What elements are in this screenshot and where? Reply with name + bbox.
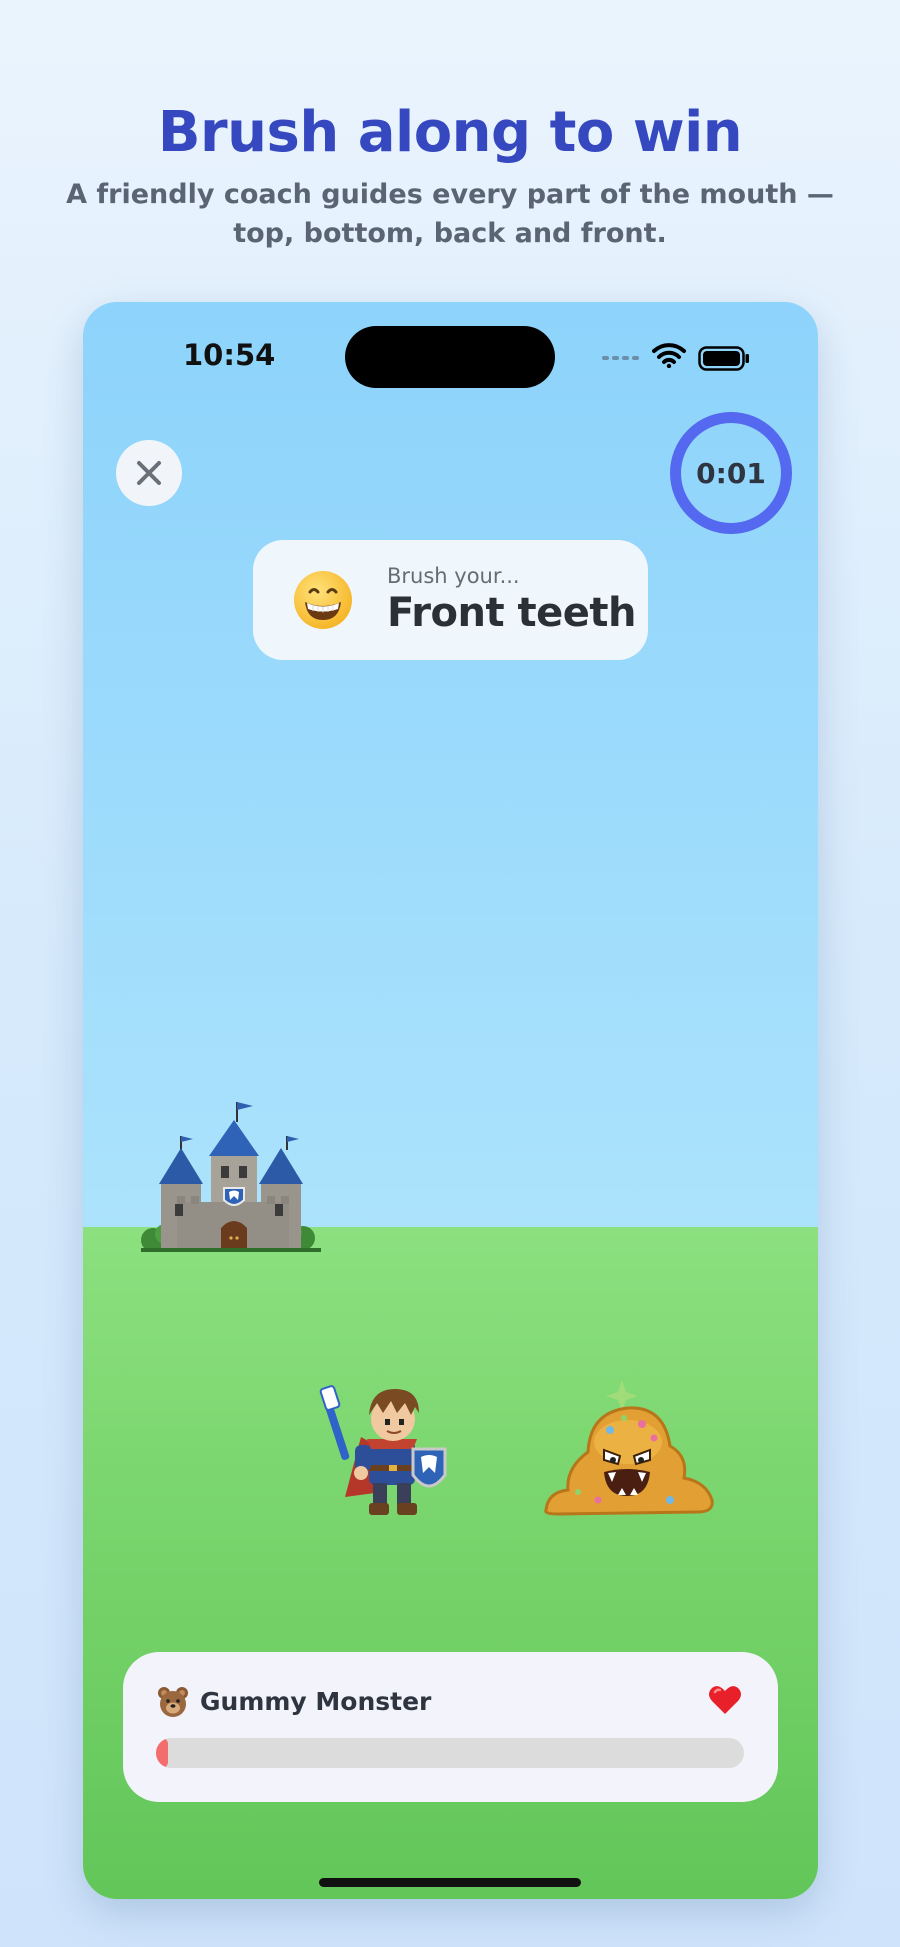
heart-icon — [709, 1686, 741, 1714]
grinning-face-icon — [294, 571, 352, 629]
timer-value: 0:01 — [696, 456, 766, 490]
page-title: Brush along to win — [157, 100, 743, 165]
bear-icon — [158, 1687, 188, 1717]
close-icon — [137, 461, 161, 485]
status-icons — [602, 342, 752, 374]
enemy-health-card: Gummy Monster — [123, 1652, 778, 1802]
enemy-name: Gummy Monster — [200, 1687, 432, 1716]
close-button[interactable] — [116, 440, 182, 506]
phone-screen: 10:54 0:01 Brush your... Front teeth Gum… — [83, 302, 818, 1899]
home-indicator[interactable] — [319, 1878, 581, 1887]
status-time: 10:54 — [183, 338, 276, 372]
gummy-monster-icon — [544, 1380, 714, 1516]
dynamic-island — [345, 326, 555, 388]
page-subtitle: A friendly coach guides every part of th… — [66, 179, 834, 249]
wifi-icon — [652, 343, 686, 368]
prompt-label: Brush your... — [387, 564, 520, 588]
enemy-health-fill — [156, 1738, 168, 1768]
toothbrush-knight-icon — [319, 1385, 447, 1515]
countdown-timer: 0:01 — [670, 412, 792, 534]
signal-dots-icon — [602, 356, 639, 360]
battery-icon — [698, 346, 749, 371]
castle-icon — [141, 1102, 321, 1252]
brushing-prompt-card: Brush your... Front teeth — [253, 540, 648, 660]
prompt-area: Front teeth — [387, 590, 636, 636]
enemy-health-bar — [156, 1738, 744, 1768]
